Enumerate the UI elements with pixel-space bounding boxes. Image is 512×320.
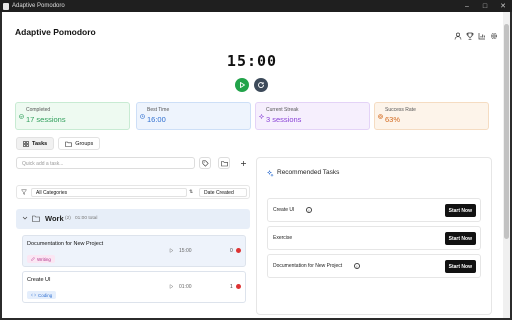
stat-label: Best Time (147, 107, 170, 113)
info-icon[interactable]: i (306, 207, 312, 213)
page-title: Adaptive Pomodoro (15, 27, 96, 37)
task-tag-label: Writing (37, 256, 51, 262)
group-count: (2) (65, 216, 71, 221)
recommended-task-name: Exercise (273, 235, 293, 241)
chevron-down-icon (22, 216, 28, 220)
recommended-item: Exercise Start Now (267, 226, 481, 250)
window-title: Adaptive Pomodoro (12, 3, 65, 9)
sort-select[interactable]: Date Created (199, 188, 247, 197)
tab-tasks[interactable]: Tasks (16, 137, 55, 150)
task-tag: Coding (27, 291, 57, 299)
filter-bar: All Categories ⇅ Date Created (16, 185, 250, 199)
view-tabs: Tasks Groups (16, 137, 101, 150)
stat-card-success-rate: Success Rate 63% (374, 102, 489, 130)
play-icon[interactable] (169, 248, 174, 253)
task-name: Create UI (27, 277, 51, 283)
header-toolbar (454, 27, 498, 40)
tomato-icon (236, 248, 241, 253)
sparkle-icon (259, 114, 264, 119)
stat-value: 16:00 (147, 115, 166, 124)
filter-icon (21, 189, 27, 195)
app-icon (3, 2, 9, 10)
gear-icon[interactable] (490, 27, 498, 40)
stat-card-completed: Completed 17 sessions (15, 102, 130, 130)
tomato-icon (236, 284, 241, 289)
pen-icon (31, 257, 35, 261)
folder-icon (65, 141, 72, 147)
check-circle-icon (19, 114, 24, 119)
grid-icon (23, 140, 29, 147)
folder-icon (221, 161, 228, 167)
reset-icon (258, 82, 264, 88)
reset-button[interactable] (254, 78, 268, 92)
recommended-item: Documentation for New Project i Start No… (267, 254, 481, 278)
group-total-time: 01:00 total (75, 216, 98, 221)
task-time: 01:00 (179, 284, 192, 290)
minimize-button[interactable]: – (458, 0, 476, 12)
tag-icon (202, 160, 209, 167)
stat-value: 63% (385, 115, 401, 124)
sparkle-icon (267, 170, 274, 177)
recommended-item: Create UI i Start Now (267, 198, 481, 222)
stat-card-best-time: Best Time 16:00 (136, 102, 251, 130)
task-pomodoro-count: 0 (230, 248, 233, 254)
tab-label: Groups (75, 140, 94, 147)
close-button[interactable]: ✕ (494, 0, 512, 12)
play-icon[interactable] (169, 284, 174, 289)
add-task-button[interactable] (237, 157, 249, 169)
task-item[interactable]: Documentation for New Project Writing 15… (22, 235, 246, 267)
stat-label: Success Rate (385, 107, 416, 113)
category-select[interactable]: All Categories (31, 188, 187, 197)
scrollbar[interactable] (503, 12, 510, 318)
group-name: Work (45, 214, 64, 223)
tab-label: Tasks (32, 140, 48, 147)
folder-button[interactable] (218, 157, 230, 169)
recommended-title: Recommended Tasks (277, 169, 340, 176)
tag-button[interactable] (199, 157, 211, 169)
task-pomodoro-count: 1 (230, 284, 233, 290)
user-icon[interactable] (454, 27, 462, 40)
task-name: Documentation for New Project (27, 241, 104, 247)
recommended-task-name: Documentation for New Project (273, 263, 343, 269)
stat-value: 3 sessions (266, 115, 302, 124)
task-item[interactable]: Create UI Coding 01:00 1 (22, 271, 246, 303)
quick-add-input[interactable]: Quick add a task... (16, 157, 195, 169)
stat-label: Current Streak (266, 107, 299, 113)
stat-label: Completed (26, 107, 51, 113)
play-button[interactable] (235, 78, 249, 92)
group-header-work[interactable]: Work (2) 01:00 total (16, 209, 250, 229)
code-icon (31, 293, 36, 297)
recommended-task-name: Create UI (273, 207, 295, 213)
app-window: Adaptive Pomodoro 15:00 Completed 17 ses… (2, 12, 510, 318)
task-time: 15:00 (179, 248, 192, 254)
clock-icon (140, 114, 145, 119)
start-now-button[interactable]: Start Now (444, 260, 476, 273)
scrollbar-thumb[interactable] (504, 24, 509, 239)
tab-groups[interactable]: Groups (58, 137, 101, 150)
timer-display: 15:00 (226, 52, 278, 70)
stat-card-current-streak: Current Streak 3 sessions (255, 102, 370, 130)
trophy-icon[interactable] (466, 27, 474, 40)
recommended-panel: Recommended Tasks Create UI i Start Now … (256, 157, 492, 315)
window-titlebar: Adaptive Pomodoro – □ ✕ (0, 0, 512, 12)
play-icon (240, 82, 245, 88)
info-icon[interactable]: i (354, 263, 360, 269)
maximize-button[interactable]: □ (476, 0, 494, 12)
target-icon (378, 114, 383, 119)
plus-icon (241, 161, 246, 166)
folder-icon (32, 215, 40, 222)
chart-icon[interactable] (478, 27, 486, 40)
start-now-button[interactable]: Start Now (444, 232, 476, 245)
start-now-button[interactable]: Start Now (444, 204, 476, 217)
task-tag: Writing (27, 255, 55, 263)
stat-value: 17 sessions (26, 115, 66, 124)
sort-icon: ⇅ (189, 189, 194, 195)
task-tag-label: Coding (38, 292, 53, 298)
